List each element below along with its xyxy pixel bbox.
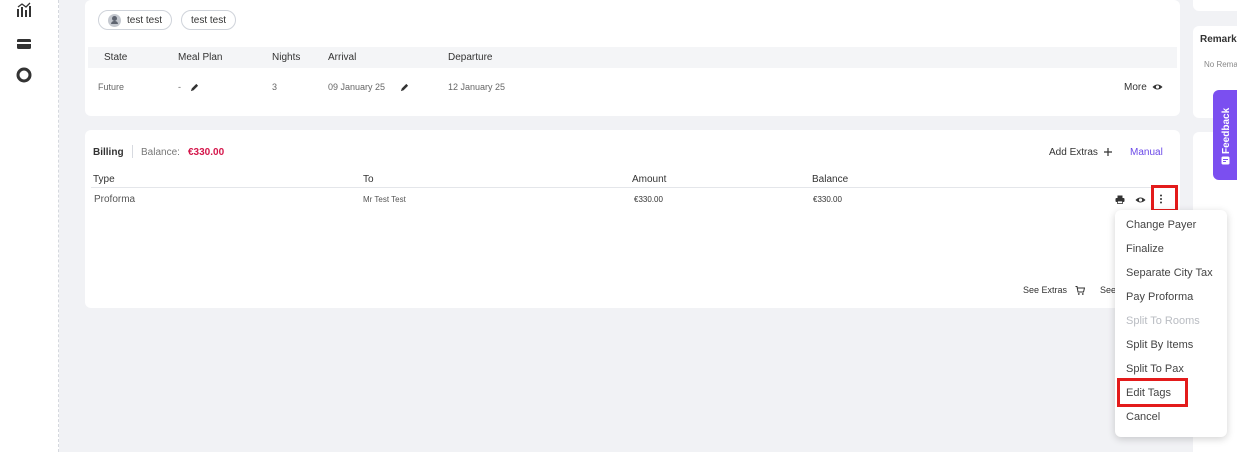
billing-column-amount: Amount [632,174,667,185]
menu-item-split-by-items[interactable]: Split By Items [1126,339,1193,351]
reservation-nights: 3 [272,82,278,92]
balance-label: Balance: [141,147,180,158]
print-icon[interactable] [1115,195,1125,204]
reservation-meal-plan: - [178,82,181,92]
user-avatar-icon [108,13,121,27]
billing-card [85,130,1180,308]
add-extras-button[interactable]: Add Extras [1049,147,1098,158]
billing-title: Billing [93,147,124,158]
billing-column-to: To [363,174,374,185]
guest-name: test test [127,14,163,26]
balance-value: €330.00 [188,147,225,158]
left-nav-rail [0,0,59,452]
column-header-arrival: Arrival [328,52,357,63]
settings-icon[interactable] [15,66,33,84]
eye-icon[interactable] [1152,83,1163,91]
billing-divider [132,145,133,158]
menu-item-finalize[interactable]: Finalize [1126,243,1164,255]
menu-item-change-payer[interactable]: Change Payer [1126,219,1196,231]
bill-amount: €330.00 [634,195,663,204]
more-button[interactable]: More [1124,82,1147,93]
remarks-title: Remarks [1200,34,1237,45]
right-top-panel [1193,0,1237,11]
menu-item-pay-proforma[interactable]: Pay Proforma [1126,291,1193,303]
column-header-departure: Departure [448,52,493,63]
bill-to: Mr Test Test [363,195,406,204]
view-bill-eye-icon[interactable] [1135,196,1146,204]
see-button-partial[interactable]: See [1100,285,1116,295]
kebab-menu-highlight [1151,185,1178,212]
billing-column-balance: Balance [812,174,849,185]
chart-icon[interactable] [15,1,33,19]
plus-icon[interactable] [1103,147,1113,157]
guest-chip[interactable]: test test [181,10,237,30]
edit-meal-plan-pencil-icon[interactable] [190,83,199,92]
edit-arrival-pencil-icon[interactable] [400,83,409,92]
feedback-label[interactable]: Feedback [1221,108,1232,154]
feedback-icon [1221,156,1230,165]
edit-tags-highlight [1117,378,1188,407]
column-header-nights: Nights [272,52,301,63]
bill-balance: €330.00 [813,195,842,204]
menu-item-cancel[interactable]: Cancel [1126,411,1160,423]
reservation-state: Future [98,82,125,92]
column-header-meal-plan: Meal Plan [178,52,223,63]
billing-header-divider [91,187,1178,188]
bill-type: Proforma [94,194,136,205]
column-header-state: State [104,52,128,63]
see-extras-button[interactable]: See Extras [1023,285,1067,295]
manual-button[interactable]: Manual [1130,147,1163,158]
menu-item-split-to-rooms: Split To Rooms [1126,315,1200,327]
guest-chip[interactable]: test test [98,10,173,30]
billing-column-type: Type [93,174,115,185]
kebab-menu-icon[interactable] [1159,194,1163,204]
card-icon[interactable] [15,35,33,53]
cart-icon[interactable] [1075,286,1085,295]
remarks-text: No Remarks [1204,60,1237,69]
reservation-arrival: 09 January 25 [328,82,386,92]
menu-item-split-to-pax[interactable]: Split To Pax [1126,363,1184,375]
guest-name: test test [191,14,227,26]
reservation-departure: 12 January 25 [448,82,506,92]
reservation-table-header [88,47,1177,68]
menu-item-separate-city-tax[interactable]: Separate City Tax [1126,267,1213,279]
